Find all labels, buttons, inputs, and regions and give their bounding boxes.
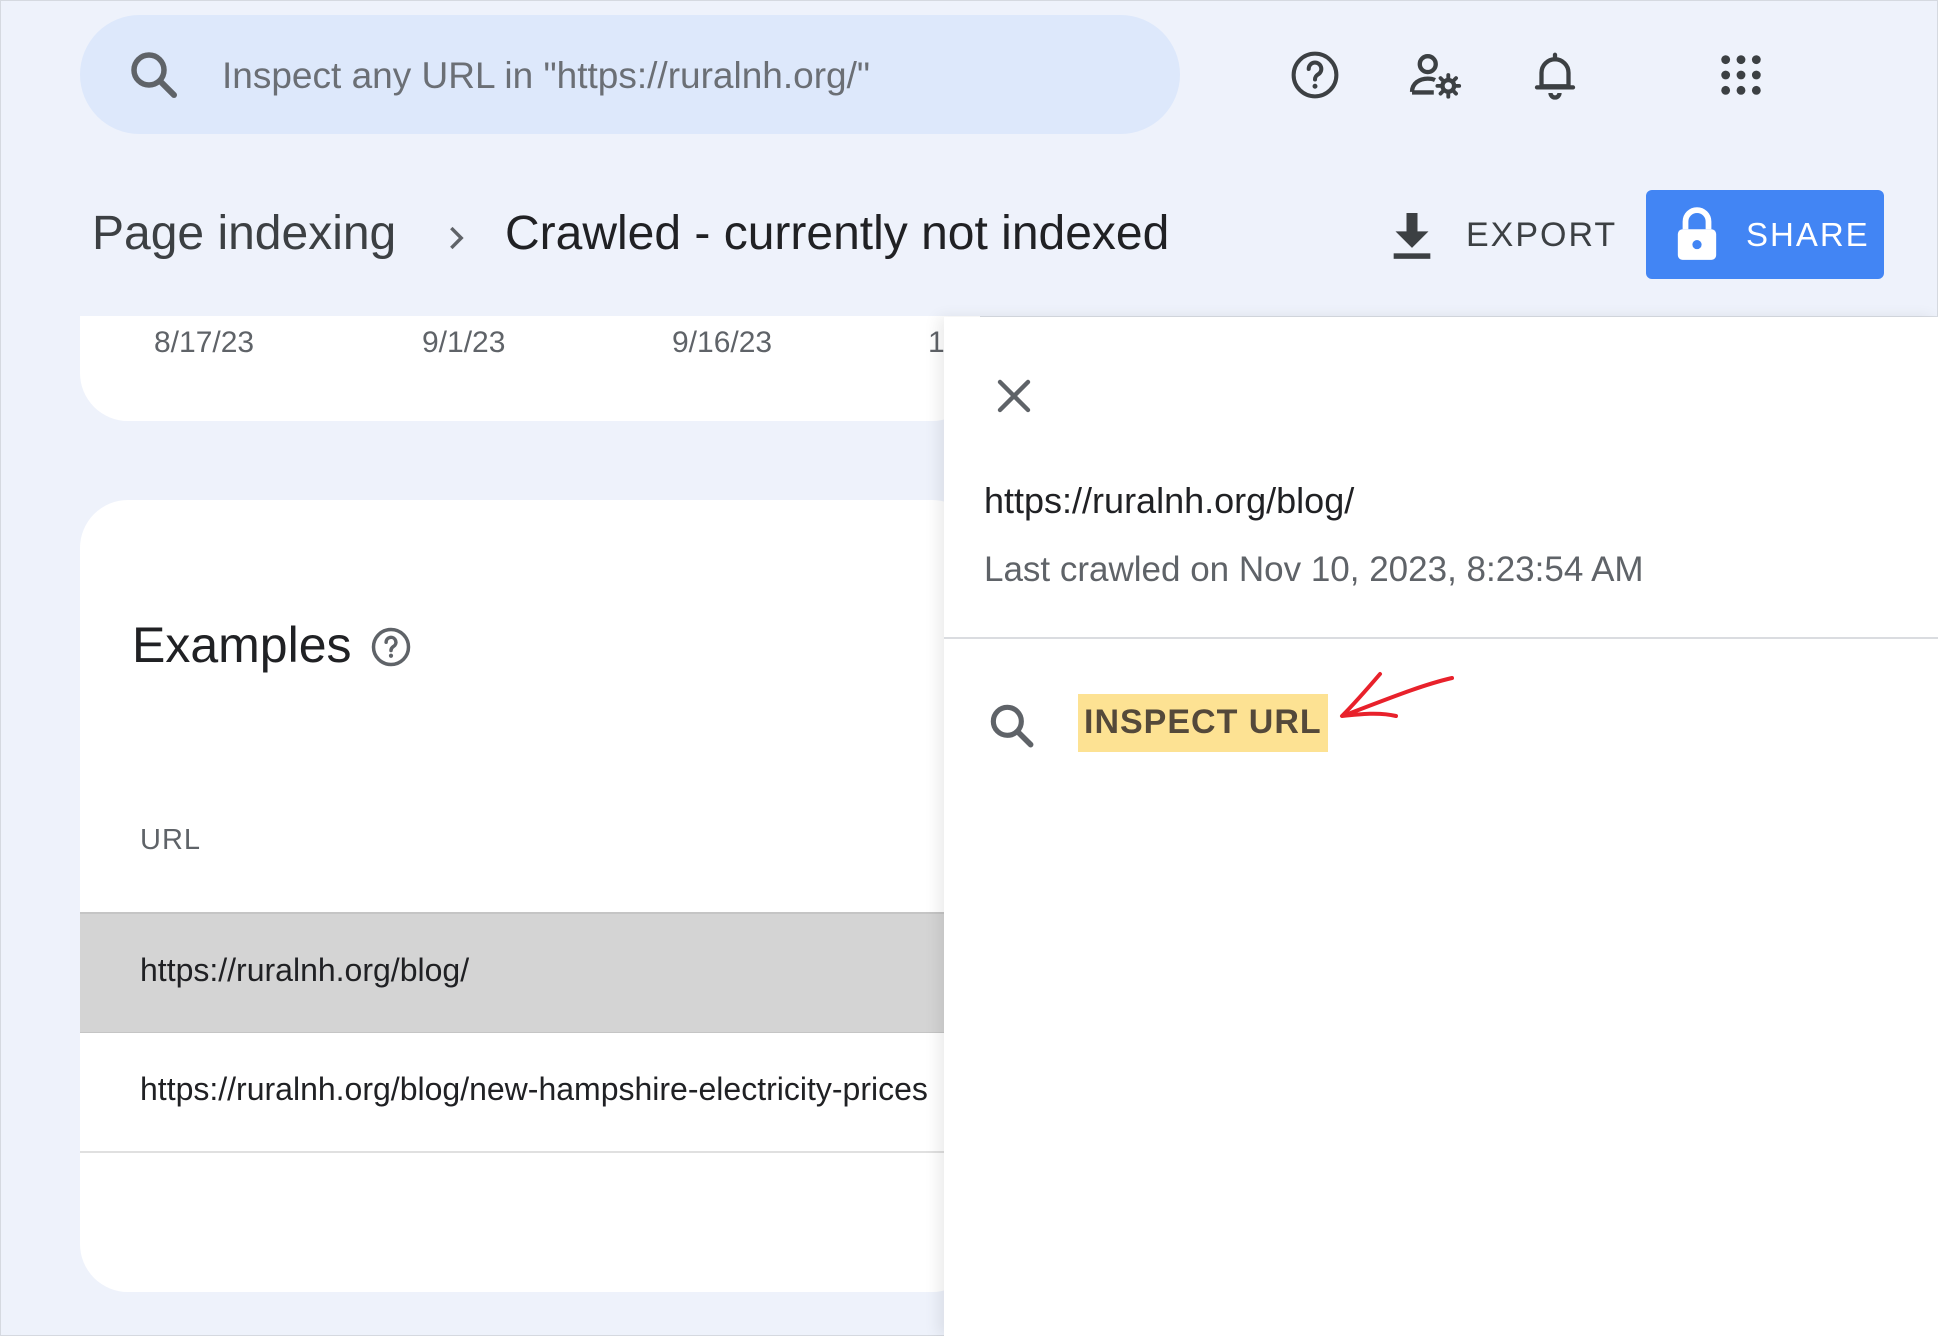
table-row[interactable]: https://ruralnh.org/blog/new-hampshire-e…	[80, 1033, 980, 1153]
help-icon[interactable]	[370, 626, 412, 668]
url-details-panel	[944, 317, 1938, 1336]
x-axis-tick: 9/16/23	[672, 326, 773, 359]
lock-icon	[1677, 207, 1717, 260]
inspect-url-label: INSPECT URL	[1078, 694, 1328, 752]
export-button[interactable]: EXPORT	[1390, 200, 1617, 270]
table-row-url: https://ruralnh.org/blog/	[140, 952, 470, 988]
manage-users-icon	[1409, 53, 1462, 99]
export-label: EXPORT	[1466, 215, 1618, 254]
url-column-header[interactable]: URL	[140, 824, 201, 857]
annotation-arrow-icon	[1340, 672, 1454, 718]
page-title: Crawled - currently not indexed	[505, 207, 1170, 260]
table-row-url: https://ruralnh.org/blog/new-hampshire-e…	[140, 1071, 928, 1107]
download-icon	[1393, 213, 1431, 259]
search-icon	[131, 52, 177, 98]
help-button[interactable]	[1282, 42, 1348, 108]
chevron-right-icon	[450, 226, 464, 250]
notifications-bell-icon	[1534, 52, 1576, 100]
share-button[interactable]: SHARE	[1646, 190, 1884, 279]
url-inspection-input[interactable]	[220, 43, 1144, 109]
apps-button[interactable]	[1708, 42, 1774, 108]
manage-users-button[interactable]	[1402, 42, 1468, 108]
url-inspection-search-bar[interactable]	[80, 15, 1180, 134]
breadcrumb-page-indexing[interactable]: Page indexing	[92, 206, 396, 261]
search-icon	[990, 704, 1034, 748]
x-axis-tick: 1	[928, 326, 945, 359]
table-row[interactable]: https://ruralnh.org/blog/	[80, 912, 980, 1034]
examples-heading: Examples	[132, 617, 352, 673]
last-crawled-text: Last crawled on Nov 10, 2023, 8:23:54 AM	[984, 550, 1644, 589]
x-axis-tick: 9/1/23	[422, 326, 506, 359]
help-icon	[1291, 51, 1339, 99]
notifications-button[interactable]	[1522, 42, 1588, 108]
share-label: SHARE	[1746, 215, 1870, 253]
close-icon[interactable]	[990, 372, 1038, 420]
panel-url: https://ruralnh.org/blog/	[984, 480, 1355, 521]
x-axis-tick: 8/17/23	[154, 326, 255, 359]
apps-grid-icon	[1721, 55, 1761, 95]
panel-divider	[944, 637, 1938, 639]
